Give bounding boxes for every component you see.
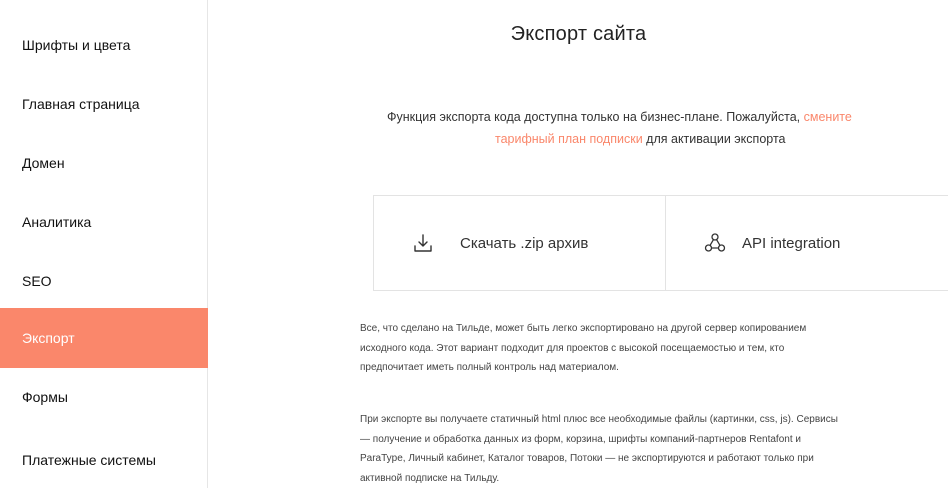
notice-text: Функция экспорта кода доступна только на… (387, 110, 804, 124)
export-description-paragraph: Все, что сделано на Тильде, может быть л… (360, 319, 948, 378)
paragraph-line: ParaType, Личный кабинет, Каталог товаро… (360, 453, 814, 464)
paragraph-line: Все, что сделано на Тильде, может быть л… (360, 323, 807, 334)
business-plan-notice: Функция экспорта кода доступна только на… (349, 106, 948, 150)
sidebar-item-seo[interactable]: SEO (0, 251, 208, 311)
sidebar-item-label: Экспорт (22, 330, 75, 346)
export-details-paragraph: При экспорте вы получаете статичный html… (360, 410, 948, 488)
api-integration-label: API integration (742, 234, 841, 252)
export-options: Скачать .zip архив API integration (373, 195, 948, 291)
api-integration-icon (704, 233, 726, 252)
sidebar-item-home-page[interactable]: Главная страница (0, 74, 208, 134)
change-plan-link-continued[interactable]: тарифный план подписки (495, 132, 643, 146)
download-zip-button[interactable]: Скачать .zip архив (374, 196, 666, 290)
download-icon (414, 234, 432, 252)
sidebar-item-label: Главная страница (22, 96, 140, 112)
paragraph-line: — получение и обработка данных из форм, … (360, 433, 801, 445)
sidebar-item-label: Платежные системы (22, 452, 156, 468)
notice-text-end: для активации экспорта (642, 132, 786, 146)
paragraph-line: предпочитает иметь полный контроль над м… (360, 362, 619, 373)
sidebar-item-label: Домен (22, 155, 65, 171)
page-title: Экспорт сайта (510, 23, 647, 45)
sidebar-item-label: SEO (22, 273, 52, 289)
sidebar-item-export[interactable]: Экспорт (0, 308, 208, 368)
api-integration-button[interactable]: API integration (666, 196, 948, 290)
export-settings-panel: Экспорт сайта Функция экспорта кода дост… (209, 0, 948, 488)
sidebar-item-label: Аналитика (22, 214, 92, 230)
sidebar-item-label: Формы (22, 389, 68, 405)
sidebar-item-payment-systems[interactable]: Платежные системы (0, 430, 208, 488)
sidebar-item-fonts-colors[interactable]: Шрифты и цвета (0, 15, 208, 75)
paragraph-line: активной подписке на Тильду. (360, 472, 500, 484)
download-zip-label: Скачать .zip архив (460, 234, 589, 252)
change-plan-link[interactable]: смените (804, 110, 852, 124)
sidebar-item-domain[interactable]: Домен (0, 133, 208, 193)
settings-sidebar: Шрифты и цвета Главная страница Домен Ан… (0, 0, 208, 488)
sidebar-item-forms[interactable]: Формы (0, 367, 208, 427)
paragraph-line: исходного кода. Этот вариант подходит дл… (360, 342, 785, 354)
sidebar-item-label: Шрифты и цвета (22, 37, 131, 53)
paragraph-line: При экспорте вы получаете статичный html… (360, 414, 838, 425)
sidebar-item-analytics[interactable]: Аналитика (0, 192, 208, 252)
